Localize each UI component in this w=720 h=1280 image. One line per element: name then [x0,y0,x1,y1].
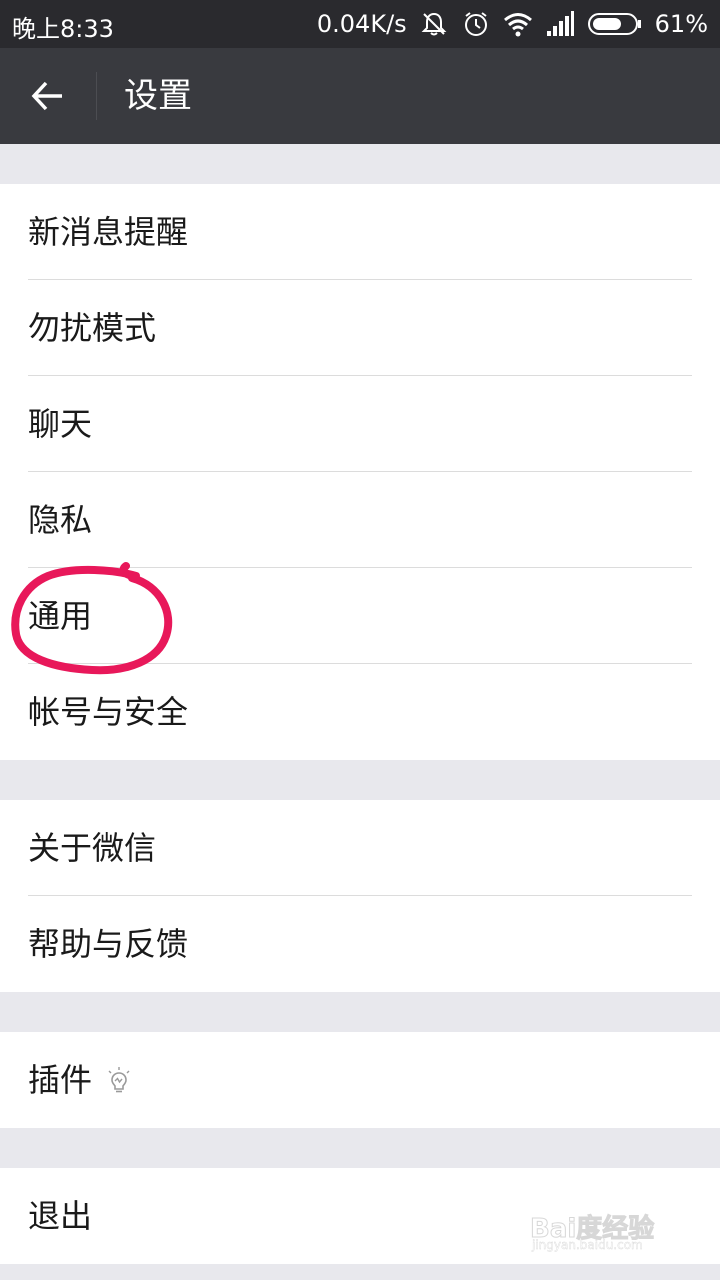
wifi-icon [503,13,532,37]
settings-item-label: 关于微信 [28,829,157,867]
settings-item-account-security[interactable]: 帐号与安全 [0,664,720,760]
battery-percent: 61% [654,10,708,38]
settings-item-plugins[interactable]: 插件 [0,1032,720,1128]
settings-item-label: 插件 [28,1061,93,1099]
settings-item-general[interactable]: 通用 [0,568,720,664]
status-time: 晚上8:33 [12,15,114,43]
back-button[interactable] [18,66,78,126]
settings-item-chat[interactable]: 聊天 [0,376,720,472]
settings-group-plugins: 插件 [0,1032,720,1128]
settings-group-about: 关于微信 帮助与反馈 [0,800,720,992]
alarm-icon [464,12,487,36]
status-indicators: 0.04K/s 61% [317,0,708,48]
top-bar: 设置 [0,48,720,144]
signal-icon [546,11,574,36]
settings-item-label: 聊天 [28,405,93,443]
watermark-url: jingyan.baidu.com [532,1238,643,1252]
settings-item-label: 退出 [28,1197,93,1235]
settings-item-label: 帮助与反馈 [28,925,189,963]
settings-item-about-wechat[interactable]: 关于微信 [0,800,720,896]
settings-item-label: 帐号与安全 [28,693,189,731]
network-speed: 0.04K/s [316,10,407,38]
bell-muted-icon [421,12,447,36]
settings-item-help-feedback[interactable]: 帮助与反馈 [0,896,720,992]
header-divider [96,72,97,120]
watermark: Bai度经验 jingyan.baidu.com [529,1208,680,1258]
settings-group-main: 新消息提醒 勿扰模式 聊天 隐私 通用 帐号与安全 [0,184,720,760]
lightbulb-icon [108,1067,130,1093]
battery-icon [587,13,641,35]
settings-item-label: 勿扰模式 [28,309,157,347]
status-bar: 晚上8:33 0.04K/s 61% [0,0,720,48]
settings-item-new-message-alert[interactable]: 新消息提醒 [0,184,720,280]
settings-item-label: 通用 [28,597,93,635]
settings-item-do-not-disturb[interactable]: 勿扰模式 [0,280,720,376]
settings-item-privacy[interactable]: 隐私 [0,472,720,568]
back-arrow-icon [31,81,62,111]
settings-item-label: 新消息提醒 [28,213,189,251]
settings-item-label: 隐私 [28,501,93,539]
page-title: 设置 [124,76,192,116]
